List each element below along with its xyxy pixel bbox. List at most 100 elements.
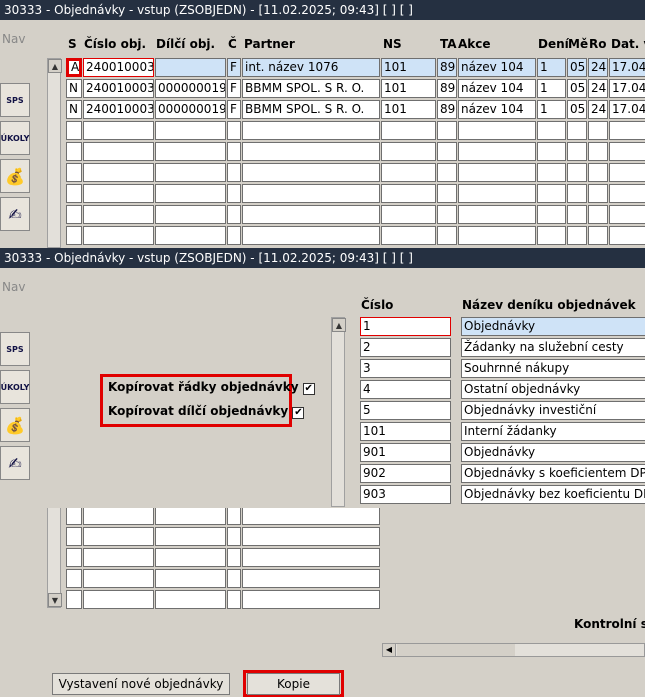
journal-name[interactable]: Žádanky na služební cesty bbox=[461, 338, 645, 357]
cell-date[interactable]: 17.04. bbox=[609, 79, 645, 98]
table-row[interactable] bbox=[66, 506, 386, 525]
cell-sub-order[interactable] bbox=[155, 184, 226, 203]
cell[interactable] bbox=[83, 527, 154, 546]
cell-journal[interactable] bbox=[537, 184, 566, 203]
cell-date[interactable] bbox=[609, 163, 645, 182]
sps-plane-icon[interactable]: SPS bbox=[0, 332, 30, 366]
table-row[interactable]: N24001000300000000195FBBMM SPOL. S R. O.… bbox=[66, 100, 645, 119]
cell-action[interactable] bbox=[458, 226, 536, 245]
cell-date[interactable] bbox=[609, 184, 645, 203]
journal-number[interactable]: 5 bbox=[360, 401, 451, 420]
cell-year[interactable] bbox=[588, 226, 608, 245]
copy-parts-checkbox[interactable]: ✔ bbox=[292, 407, 305, 419]
cell[interactable] bbox=[155, 527, 226, 546]
cell-journal[interactable] bbox=[537, 226, 566, 245]
journal-number[interactable]: 901 bbox=[360, 443, 451, 462]
cell-order-number[interactable] bbox=[83, 226, 154, 245]
cell-journal[interactable] bbox=[537, 205, 566, 224]
cell[interactable] bbox=[242, 506, 380, 525]
cell[interactable] bbox=[155, 569, 226, 588]
cell-sub-order[interactable]: 0000000195 bbox=[155, 100, 226, 119]
cell-partner[interactable]: int. název 1076 bbox=[242, 58, 380, 77]
cell-partner[interactable] bbox=[242, 163, 380, 182]
table-row[interactable] bbox=[66, 569, 386, 588]
cell-ns[interactable]: 101 bbox=[381, 100, 436, 119]
cell-partner[interactable]: BBMM SPOL. S R. O. bbox=[242, 79, 380, 98]
cell-journal[interactable] bbox=[537, 142, 566, 161]
cell-year[interactable] bbox=[588, 205, 608, 224]
cell-status[interactable] bbox=[66, 184, 82, 203]
cell-year[interactable] bbox=[588, 163, 608, 182]
cell[interactable] bbox=[155, 590, 226, 609]
cell-date[interactable]: 17.04. bbox=[609, 58, 645, 77]
cell-sub-order[interactable] bbox=[155, 121, 226, 140]
cell-type[interactable] bbox=[227, 121, 241, 140]
table-row[interactable] bbox=[66, 163, 645, 182]
journal-scrollbar[interactable]: ▲ bbox=[331, 317, 346, 507]
table-row[interactable]: A2400100030 Fint. název 107610189název 10… bbox=[66, 58, 645, 77]
cell-month[interactable] bbox=[567, 121, 587, 140]
cell-ta[interactable] bbox=[437, 184, 457, 203]
cell-partner[interactable] bbox=[242, 121, 380, 140]
copy-parts-option[interactable]: Kopírovat dílčí objednávky ✔ bbox=[108, 404, 305, 419]
scroll-down-icon[interactable]: ▼ bbox=[48, 593, 62, 607]
cell-action[interactable] bbox=[458, 142, 536, 161]
cell-type[interactable] bbox=[227, 205, 241, 224]
cell[interactable] bbox=[66, 569, 82, 588]
scroll-up-icon[interactable]: ▲ bbox=[332, 318, 346, 332]
cell-month[interactable] bbox=[567, 226, 587, 245]
cell[interactable] bbox=[66, 548, 82, 567]
scroll-up-icon[interactable]: ▲ bbox=[48, 59, 62, 73]
list-item[interactable]: 903 Objednávky bez koeficientu DPH bbox=[360, 485, 645, 504]
cell-ns[interactable] bbox=[381, 226, 436, 245]
hand-pen-icon[interactable]: ✍ bbox=[0, 446, 30, 480]
cell-status[interactable] bbox=[66, 226, 82, 245]
cell-status[interactable] bbox=[66, 142, 82, 161]
cell-month[interactable]: 05 bbox=[567, 100, 587, 119]
cell-status[interactable] bbox=[66, 163, 82, 182]
list-item[interactable]: 1 Objednávky bbox=[360, 317, 645, 336]
cell-partner[interactable] bbox=[242, 205, 380, 224]
copy-button[interactable]: Kopie bbox=[247, 673, 340, 695]
cell-status[interactable]: A bbox=[66, 58, 82, 77]
table-row[interactable] bbox=[66, 548, 386, 567]
journal-number[interactable]: 2 bbox=[360, 338, 451, 357]
cell-order-number[interactable]: 2400100030 bbox=[83, 100, 154, 119]
hand-pen-icon[interactable]: ✍ bbox=[0, 197, 30, 231]
cell-action[interactable]: název 104 bbox=[458, 100, 536, 119]
cell-date[interactable]: 17.04. bbox=[609, 100, 645, 119]
journal-number[interactable]: 3 bbox=[360, 359, 451, 378]
cell-order-number[interactable] bbox=[83, 184, 154, 203]
cell-month[interactable] bbox=[567, 205, 587, 224]
journal-number[interactable]: 903 bbox=[360, 485, 451, 504]
cell-month[interactable]: 05 bbox=[567, 58, 587, 77]
cell-journal[interactable] bbox=[537, 121, 566, 140]
cell-order-number[interactable] bbox=[83, 121, 154, 140]
cell-ns[interactable]: 101 bbox=[381, 58, 436, 77]
journal-name[interactable]: Interní žádanky bbox=[461, 422, 645, 441]
cell-sub-order[interactable]: 0000000196 bbox=[155, 79, 226, 98]
list-item[interactable]: 5 Objednávky investiční bbox=[360, 401, 645, 420]
cell-ta[interactable]: 89 bbox=[437, 58, 457, 77]
table-row[interactable] bbox=[66, 184, 645, 203]
cell[interactable] bbox=[227, 548, 241, 567]
cell-status[interactable]: N bbox=[66, 100, 82, 119]
cell[interactable] bbox=[227, 506, 241, 525]
cell[interactable] bbox=[155, 548, 226, 567]
cell[interactable] bbox=[242, 590, 380, 609]
scroll-thumb[interactable] bbox=[397, 644, 515, 656]
cell-year[interactable]: 24 bbox=[588, 79, 608, 98]
journal-name[interactable]: Objednávky investiční bbox=[461, 401, 645, 420]
cell-month[interactable] bbox=[567, 142, 587, 161]
cell[interactable] bbox=[83, 548, 154, 567]
cell-ns[interactable] bbox=[381, 184, 436, 203]
cell-order-number[interactable]: 2400100030 bbox=[83, 79, 154, 98]
cell-partner[interactable] bbox=[242, 142, 380, 161]
cell[interactable] bbox=[227, 590, 241, 609]
journal-name[interactable]: Souhrnné nákupy bbox=[461, 359, 645, 378]
cell-journal[interactable]: 1 bbox=[537, 100, 566, 119]
cell-year[interactable] bbox=[588, 142, 608, 161]
ukoly-list-icon[interactable]: ÚKOLY bbox=[0, 121, 30, 155]
horizontal-scrollbar[interactable]: ◀ bbox=[382, 643, 645, 657]
cell-sub-order[interactable] bbox=[155, 226, 226, 245]
